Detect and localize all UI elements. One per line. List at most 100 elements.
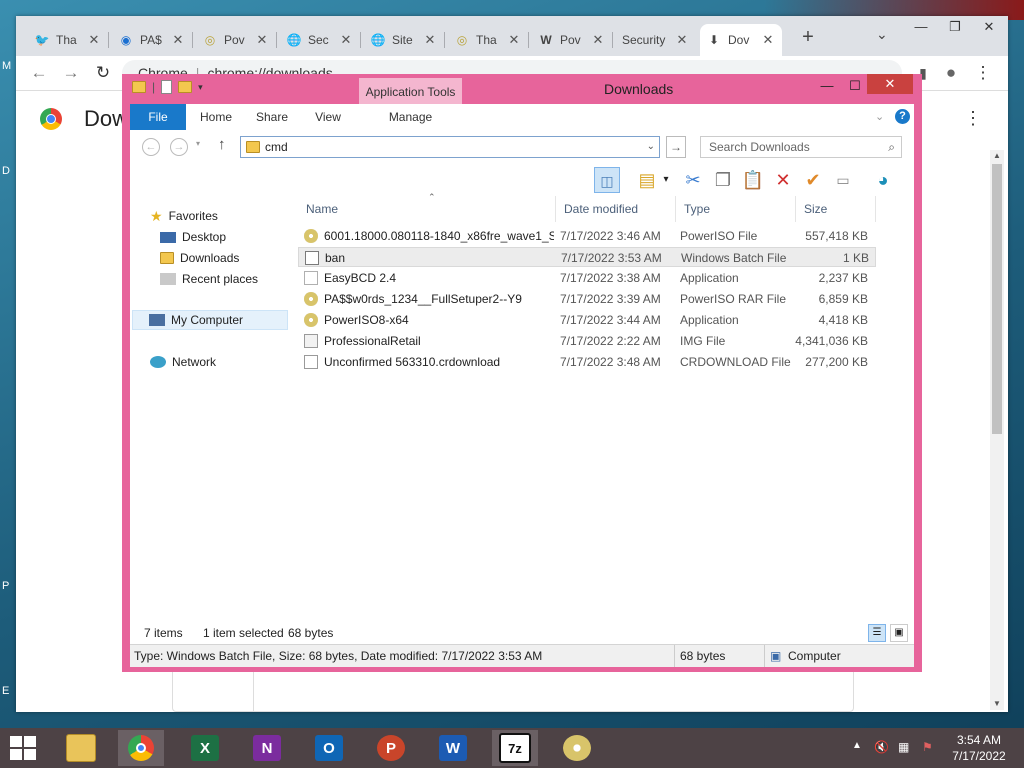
file-type: IMG File — [680, 334, 726, 348]
close-tab-icon[interactable]: ✕ — [86, 32, 102, 48]
action-center-icon[interactable]: ⚑ — [922, 740, 933, 754]
column-date-modified[interactable]: Date modified — [556, 196, 676, 222]
application-tools-tab[interactable]: Application Tools — [359, 78, 462, 106]
taskbar-word[interactable]: W — [430, 730, 476, 766]
tab-share[interactable]: Share — [244, 104, 300, 130]
tab-search-chevron-icon[interactable]: ⌄ — [876, 26, 888, 43]
options-chevron-icon[interactable]: ▾ — [660, 167, 672, 193]
search-input[interactable]: Search Downloads ⌕ — [700, 136, 902, 158]
new-tab-button[interactable]: + — [796, 26, 820, 50]
file-row[interactable]: ProfessionalRetail 7/17/2022 2:22 AM IMG F… — [298, 331, 876, 351]
large-icons-view-button[interactable]: ▣ — [890, 624, 908, 642]
file-row[interactable]: PowerISO8-x64 7/17/2022 3:44 AM Applicatio… — [298, 310, 876, 330]
page-scrollbar[interactable]: ▲ ▼ — [990, 150, 1004, 710]
show-hidden-icons-icon[interactable]: ▲ — [852, 740, 862, 751]
minimize-button[interactable]: — — [812, 76, 842, 96]
tab-8[interactable]: Security ✕ — [616, 24, 696, 56]
column-type[interactable]: Type — [676, 196, 796, 222]
tab-downloads[interactable]: ⬇ Dov ✕ — [700, 24, 782, 56]
rename-icon[interactable]: ▭ — [830, 167, 856, 193]
copy-icon[interactable]: ❐ — [710, 167, 736, 193]
forward-button[interactable]: → — [60, 62, 82, 84]
taskbar-excel[interactable]: X — [182, 730, 228, 766]
nav-desktop[interactable]: Desktop — [160, 227, 226, 247]
file-row[interactable]: ban 7/17/2022 3:53 AM Windows Batch File 1 … — [298, 247, 876, 267]
cut-icon[interactable]: ✂ — [680, 167, 706, 193]
start-button[interactable] — [10, 736, 36, 760]
delete-icon[interactable]: ✕ — [770, 167, 796, 193]
tab-manage[interactable]: Manage — [359, 104, 462, 130]
paste-icon[interactable]: 📋 — [740, 167, 766, 193]
address-dropdown-icon[interactable]: ⌄ — [647, 137, 655, 157]
expand-ribbon-icon[interactable]: ⌄ — [875, 110, 884, 123]
tab-5[interactable]: 🌐 Site ✕ — [364, 24, 444, 56]
tab-6[interactable]: ◎ Tha ✕ — [448, 24, 528, 56]
up-button[interactable]: ↑ — [218, 136, 226, 153]
close-tab-icon[interactable]: ✕ — [506, 32, 522, 48]
tab-2[interactable]: ◉ PA$ ✕ — [112, 24, 192, 56]
taskbar-chrome[interactable] — [118, 730, 164, 766]
menu-icon[interactable]: ⋮ — [972, 62, 994, 84]
close-tab-icon[interactable]: ✕ — [422, 32, 438, 48]
file-row[interactable]: EasyBCD 2.4 7/17/2022 3:38 AM Application 2… — [298, 268, 876, 288]
folder-options-icon[interactable]: ▤ — [634, 167, 660, 193]
taskbar-file-explorer[interactable] — [58, 730, 104, 766]
close-button[interactable]: ✕ — [972, 16, 1006, 40]
nav-network[interactable]: Network — [150, 352, 216, 372]
details-view-button[interactable]: ☰ — [868, 624, 886, 642]
tab-view[interactable]: View — [300, 104, 356, 130]
file-row[interactable]: PA$$w0rds_1234__FullSetuper2--Y9 7/17/202… — [298, 289, 876, 309]
tab-home[interactable]: Home — [188, 104, 244, 130]
scroll-up-icon[interactable]: ▲ — [990, 150, 1004, 162]
network-icon[interactable]: ▦ — [898, 740, 909, 754]
scrollbar-thumb[interactable] — [992, 164, 1002, 434]
close-tab-icon[interactable]: ✕ — [760, 32, 776, 48]
taskbar-poweriso[interactable] — [554, 730, 600, 766]
close-tab-icon[interactable]: ✕ — [254, 32, 270, 48]
close-tab-icon[interactable]: ✕ — [170, 32, 186, 48]
recent-locations-icon[interactable]: ▾ — [196, 139, 200, 148]
more-actions-icon[interactable]: ⋮ — [964, 108, 982, 129]
new-folder-icon[interactable] — [178, 81, 193, 93]
nav-downloads[interactable]: Downloads — [160, 248, 239, 268]
scroll-down-icon[interactable]: ▼ — [990, 698, 1004, 710]
maximize-button[interactable]: ❐ — [938, 16, 972, 40]
taskbar-7zip[interactable]: 7z — [492, 730, 538, 766]
properties-icon[interactable] — [161, 80, 173, 94]
close-button[interactable]: ✕ — [867, 74, 913, 94]
forward-button[interactable]: → — [170, 138, 188, 156]
minimize-button[interactable]: — — [904, 16, 938, 40]
taskbar-powerpoint[interactable]: P — [368, 730, 414, 766]
reload-button[interactable]: ↻ — [92, 62, 114, 84]
tab-4[interactable]: 🌐 Sec ✕ — [280, 24, 360, 56]
file-row[interactable]: Unconfirmed 563310.crdownload 7/17/2022 3… — [298, 352, 876, 372]
maximize-button[interactable]: ☐ — [840, 76, 870, 96]
taskbar-onenote[interactable]: N — [244, 730, 290, 766]
tab-file[interactable]: File — [130, 104, 186, 130]
preview-pane-icon[interactable]: ◫ — [594, 167, 620, 193]
file-row[interactable]: 6001.18000.080118-1840_x86fre_wave1_Se..… — [298, 226, 876, 246]
volume-muted-icon[interactable]: 🔇 — [874, 740, 889, 754]
close-tab-icon[interactable]: ✕ — [674, 32, 690, 48]
tab-1[interactable]: 🐦 Tha ✕ — [28, 24, 108, 56]
globe-shell-icon[interactable]: ◕ — [870, 167, 896, 193]
nav-my-computer[interactable]: My Computer — [132, 310, 288, 330]
system-clock[interactable]: 3:54 AM 7/17/2022 — [944, 732, 1014, 764]
column-size[interactable]: Size — [796, 196, 876, 222]
chevron-down-icon[interactable]: ▾ — [198, 82, 203, 93]
back-button[interactable]: ← — [28, 62, 50, 84]
close-tab-icon[interactable]: ✕ — [590, 32, 606, 48]
check-icon[interactable]: ✔ — [800, 167, 826, 193]
nav-favorites[interactable]: ★ Favorites — [150, 206, 218, 226]
profile-icon[interactable]: ● — [940, 62, 962, 84]
nav-recent-places[interactable]: Recent places — [160, 269, 258, 289]
close-tab-icon[interactable]: ✕ — [338, 32, 354, 48]
tab-7[interactable]: W Pov ✕ — [532, 24, 612, 56]
back-button[interactable]: ← — [142, 138, 160, 156]
go-button[interactable]: → — [666, 136, 686, 158]
taskbar-outlook[interactable]: O — [306, 730, 352, 766]
help-icon[interactable]: ? — [895, 109, 910, 124]
tab-3[interactable]: ◎ Pov ✕ — [196, 24, 276, 56]
address-field[interactable]: cmd ⌄ — [240, 136, 660, 158]
column-name[interactable]: Name — [298, 196, 556, 222]
